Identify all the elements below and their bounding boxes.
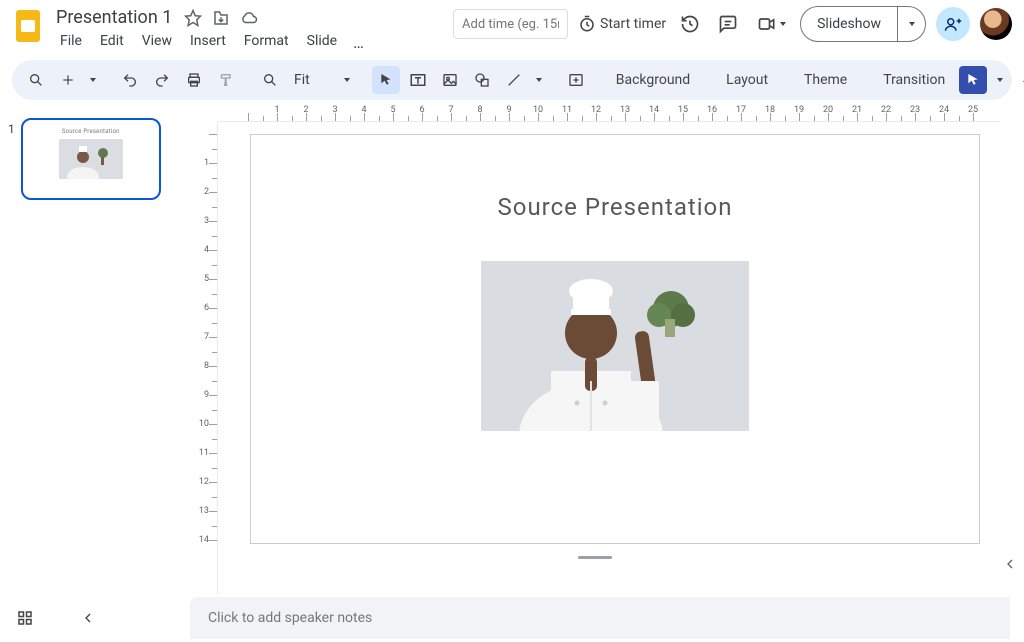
zoom-button[interactable] <box>256 66 284 94</box>
canvas-area: 1234567891011121314151617181920212223242… <box>190 104 1000 594</box>
slideshow-button[interactable]: Slideshow <box>801 7 897 41</box>
ruler-vertical[interactable]: 1234567891011121314 <box>198 122 218 594</box>
menu-edit[interactable]: Edit <box>92 31 132 54</box>
comment-add-button[interactable] <box>562 66 590 94</box>
select-tool[interactable] <box>372 66 400 94</box>
slideshow-dropdown[interactable] <box>897 7 925 41</box>
start-timer-label: Start timer <box>600 16 666 32</box>
slide-thumbnail[interactable]: Source Presentation <box>21 118 161 200</box>
menu-format[interactable]: Format <box>236 31 297 54</box>
speaker-notes-row: Click to add speaker notes <box>0 594 1024 642</box>
pointer-mode-dropdown[interactable] <box>993 66 1007 94</box>
share-button[interactable] <box>936 7 970 41</box>
slide-number: 1 <box>8 118 15 586</box>
zoom-select[interactable]: Fit <box>288 72 356 88</box>
search-menus-icon[interactable] <box>22 66 50 94</box>
notes-resize-handle[interactable] <box>578 556 612 559</box>
menu-slide[interactable]: Slide <box>299 31 345 54</box>
chevron-down-icon <box>909 22 915 26</box>
slide-image[interactable] <box>481 261 749 431</box>
background-button[interactable]: Background <box>606 72 700 88</box>
new-slide-button[interactable] <box>54 66 82 94</box>
expand-side-panel-icon[interactable] <box>1002 556 1022 576</box>
ruler-horizontal[interactable]: 1234567891011121314151617181920212223242… <box>218 104 1000 122</box>
slide-canvas[interactable]: Source Presentation <box>250 134 980 544</box>
start-timer-button[interactable]: Start timer <box>578 15 666 33</box>
doc-title[interactable]: Presentation 1 <box>52 6 176 29</box>
paint-format-button[interactable] <box>212 66 240 94</box>
chevron-down-icon <box>780 22 786 26</box>
image-tool[interactable] <box>436 66 464 94</box>
shape-tool[interactable] <box>468 66 496 94</box>
app-header: Presentation 1 File Edit View Insert For… <box>0 0 1024 56</box>
redo-button[interactable] <box>148 66 176 94</box>
side-panel-rail <box>1000 104 1024 594</box>
undo-button[interactable] <box>116 66 144 94</box>
menu-view[interactable]: View <box>134 31 180 54</box>
speaker-notes-placeholder: Click to add speaker notes <box>208 610 372 626</box>
transition-button[interactable]: Transition <box>873 72 955 88</box>
account-avatar[interactable] <box>980 8 1012 40</box>
collapse-toolbar-button[interactable] <box>1013 66 1024 94</box>
history-icon[interactable] <box>676 10 704 38</box>
meet-button[interactable] <box>752 12 790 36</box>
explore-back-icon[interactable] <box>74 604 102 632</box>
menu-more[interactable]: … <box>347 31 370 54</box>
new-slide-dropdown[interactable] <box>86 66 100 94</box>
thumb-title: Source Presentation <box>31 128 151 135</box>
menu-bar: File Edit View Insert Format Slide … <box>52 31 370 54</box>
time-input[interactable] <box>453 9 568 39</box>
work-area: 1 Source Presentation 123456789101112131… <box>0 104 1024 594</box>
textbox-tool[interactable] <box>404 66 432 94</box>
print-button[interactable] <box>180 66 208 94</box>
toolbar: Fit Background Layout Theme Transition <box>12 60 1012 100</box>
thumb-image <box>59 139 123 179</box>
line-tool[interactable] <box>500 66 528 94</box>
menu-file[interactable]: File <box>52 31 90 54</box>
pointer-mode-button[interactable] <box>959 66 987 94</box>
move-icon[interactable] <box>212 9 230 27</box>
speaker-notes-input[interactable]: Click to add speaker notes <box>190 597 1010 639</box>
theme-button[interactable]: Theme <box>794 72 857 88</box>
star-icon[interactable] <box>184 9 202 27</box>
grid-view-button[interactable] <box>16 609 34 627</box>
cloud-status-icon[interactable] <box>240 9 258 27</box>
slides-logo[interactable] <box>12 6 44 46</box>
menu-insert[interactable]: Insert <box>182 31 234 54</box>
slide-title[interactable]: Source Presentation <box>251 193 979 221</box>
layout-button[interactable]: Layout <box>716 72 778 88</box>
comments-icon[interactable] <box>714 10 742 38</box>
line-tool-dropdown[interactable] <box>532 66 546 94</box>
slideshow-button-group: Slideshow <box>800 6 926 42</box>
filmstrip[interactable]: 1 Source Presentation <box>0 104 190 594</box>
